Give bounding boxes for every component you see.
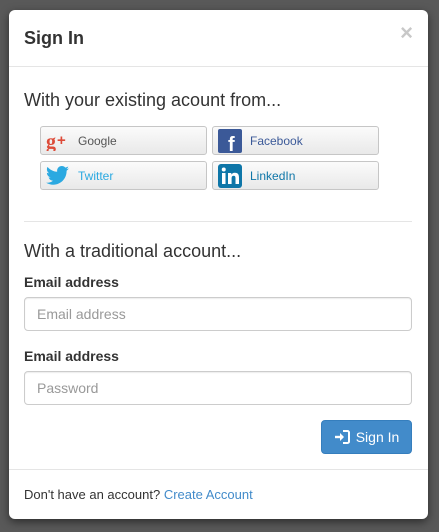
sign-in-button-label: Sign In [355,429,400,445]
modal-header: Sign In × [9,10,428,67]
linkedin-sign-in-button[interactable]: LinkedIn [212,161,379,190]
twitter-label: Twitter [78,168,114,183]
linkedin-label: LinkedIn [250,168,296,183]
sign-in-icon [334,430,350,444]
modal-title: Sign In [24,28,84,48]
sign-in-modal: Sign In × With your existing acount from… [9,10,428,519]
google-plus-icon: g + [45,128,70,153]
svg-text:+: + [57,132,66,149]
social-buttons: g + Google f Facebook A [40,126,383,192]
modal-footer: Don't have an account? Create Account [9,469,428,519]
social-heading: With your existing acount from... [24,90,282,110]
linkedin-icon [217,163,242,188]
footer-text: Don't have an account? Create Account [24,487,253,502]
facebook-label: Facebook [250,133,303,148]
facebook-icon: f [217,128,242,153]
google-sign-in-button[interactable]: g + Google [40,126,207,155]
svg-text:g: g [46,131,56,151]
password-field[interactable] [24,371,412,405]
no-account-text: Don't have an account? [24,487,161,502]
email-label: Email address [24,274,119,290]
twitter-icon [45,163,70,188]
google-label: Google [78,133,117,148]
password-label: Email address [24,348,119,364]
twitter-sign-in-button[interactable]: Twitter [40,161,207,190]
email-field[interactable] [24,297,412,331]
traditional-heading: With a traditional account... [24,241,242,261]
svg-text:f: f [228,134,235,153]
facebook-sign-in-button[interactable]: f Facebook [212,126,379,155]
create-account-link[interactable]: Create Account [164,487,253,502]
close-icon[interactable]: × [400,22,413,44]
section-divider [24,221,412,222]
sign-in-button[interactable]: Sign In [321,420,412,454]
